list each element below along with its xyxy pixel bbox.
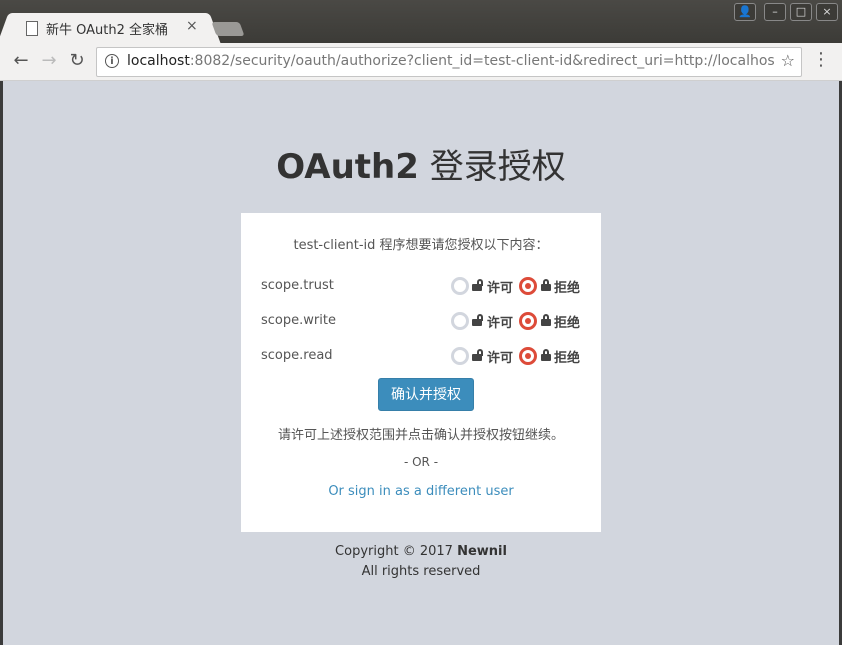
authorize-panel: test-client-id 程序想要请您授权以下内容： scope.trust…: [241, 213, 601, 532]
scope-name: scope.trust: [261, 278, 334, 293]
scope-row: scope.trust 许可 拒绝: [261, 275, 583, 299]
deny-radio[interactable]: [519, 347, 537, 365]
scope-name: scope.read: [261, 348, 333, 363]
tab-title: 新牛 OAuth2 全家桶: [46, 23, 169, 38]
scope-row: scope.read 许可 拒绝: [261, 345, 583, 369]
window-titlebar: 新牛 OAuth2 全家桶 × 👤 – □ ×: [0, 0, 842, 43]
url-host: localhost: [127, 53, 190, 69]
scope-row: scope.write 许可 拒绝: [261, 310, 583, 334]
page-content: OAuth2 登录授权 test-client-id 程序想要请您授权以下内容：…: [3, 81, 839, 645]
deny-radio[interactable]: [519, 277, 537, 295]
or-divider: - OR -: [403, 455, 439, 469]
info-icon[interactable]: i: [105, 54, 119, 68]
deny-radio[interactable]: [519, 312, 537, 330]
footer-brand: Newnil: [457, 544, 507, 559]
new-tab-button[interactable]: [211, 22, 245, 36]
deny-label[interactable]: 拒绝: [554, 347, 580, 366]
page-title: OAuth2 登录授权: [3, 139, 839, 188]
lock-icon: [541, 349, 551, 361]
user-icon[interactable]: 👤: [734, 3, 756, 21]
lock-icon: [541, 279, 551, 291]
deny-label[interactable]: 拒绝: [554, 312, 580, 331]
switch-user-link[interactable]: Or sign in as a different user: [241, 484, 601, 499]
unlock-icon: [472, 279, 483, 291]
browser-toolbar: ← → ↻ i localhost:8082/security/oauth/au…: [0, 43, 842, 81]
page-icon: [26, 21, 38, 36]
deny-label[interactable]: 拒绝: [554, 277, 580, 296]
footer-rights: All rights reserved: [361, 564, 481, 579]
address-bar[interactable]: i localhost:8082/security/oauth/authoriz…: [96, 47, 802, 77]
allow-label[interactable]: 许可: [487, 277, 513, 296]
browser-menu-icon[interactable]: ⋮: [812, 49, 830, 71]
bookmark-star-icon[interactable]: ☆: [781, 51, 795, 70]
unlock-icon: [472, 349, 483, 361]
maximize-button[interactable]: □: [790, 3, 812, 21]
footer-copyright-text: Copyright © 2017: [335, 544, 458, 559]
url-path: :8082/security/oauth/authorize?client_id…: [189, 53, 775, 69]
allow-radio[interactable]: [451, 312, 469, 330]
page-title-bold: OAuth2: [276, 147, 419, 187]
back-icon[interactable]: ←: [10, 50, 32, 72]
confirm-authorize-button[interactable]: 确认并授权: [378, 378, 474, 411]
forward-icon[interactable]: →: [38, 50, 60, 72]
reload-icon[interactable]: ↻: [66, 50, 88, 72]
url-text[interactable]: localhost:8082/security/oauth/authorize?…: [127, 53, 775, 69]
scope-name: scope.write: [261, 313, 336, 328]
close-tab-icon[interactable]: ×: [186, 18, 198, 34]
browser-tab[interactable]: 新牛 OAuth2 全家桶 ×: [10, 13, 208, 43]
minimize-button[interactable]: –: [764, 3, 786, 21]
footer-copyright: Copyright © 2017 Newnil: [3, 544, 839, 559]
close-window-button[interactable]: ×: [816, 3, 838, 21]
intro-text: test-client-id 程序想要请您授权以下内容：: [293, 238, 549, 253]
hint-text: 请许可上述授权范围并点击确认并授权按钮继续。: [277, 428, 564, 443]
allow-radio[interactable]: [451, 277, 469, 295]
allow-label[interactable]: 许可: [487, 347, 513, 366]
unlock-icon: [472, 314, 483, 326]
allow-radio[interactable]: [451, 347, 469, 365]
page-title-rest: 登录授权: [418, 147, 566, 187]
allow-label[interactable]: 许可: [487, 312, 513, 331]
lock-icon: [541, 314, 551, 326]
